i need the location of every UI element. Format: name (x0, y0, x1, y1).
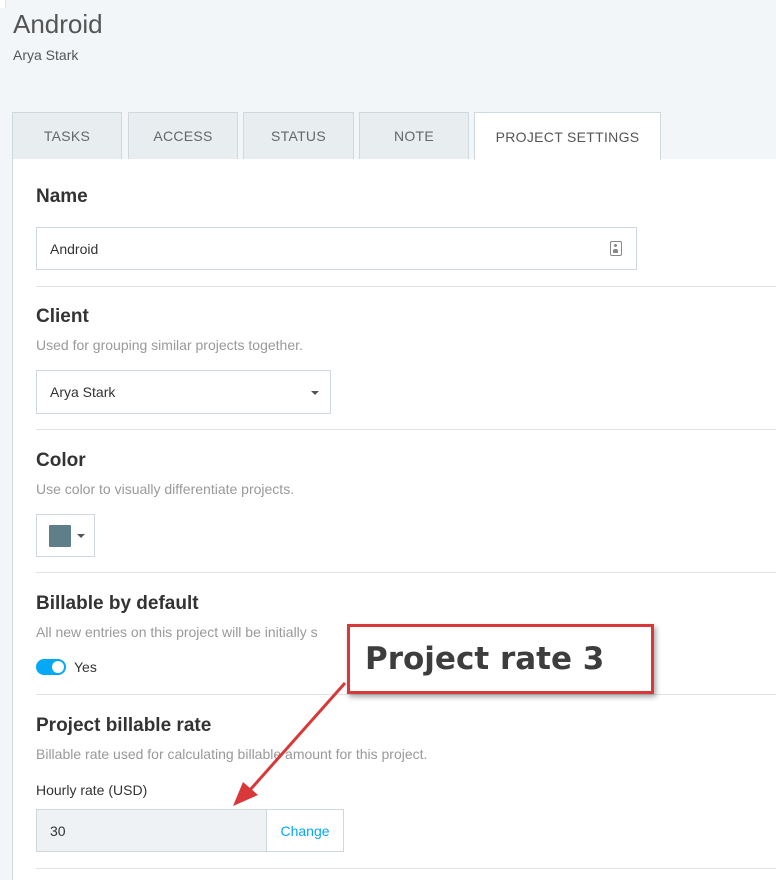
arrow-shaft (248, 682, 347, 791)
annotation-arrow (233, 682, 347, 806)
